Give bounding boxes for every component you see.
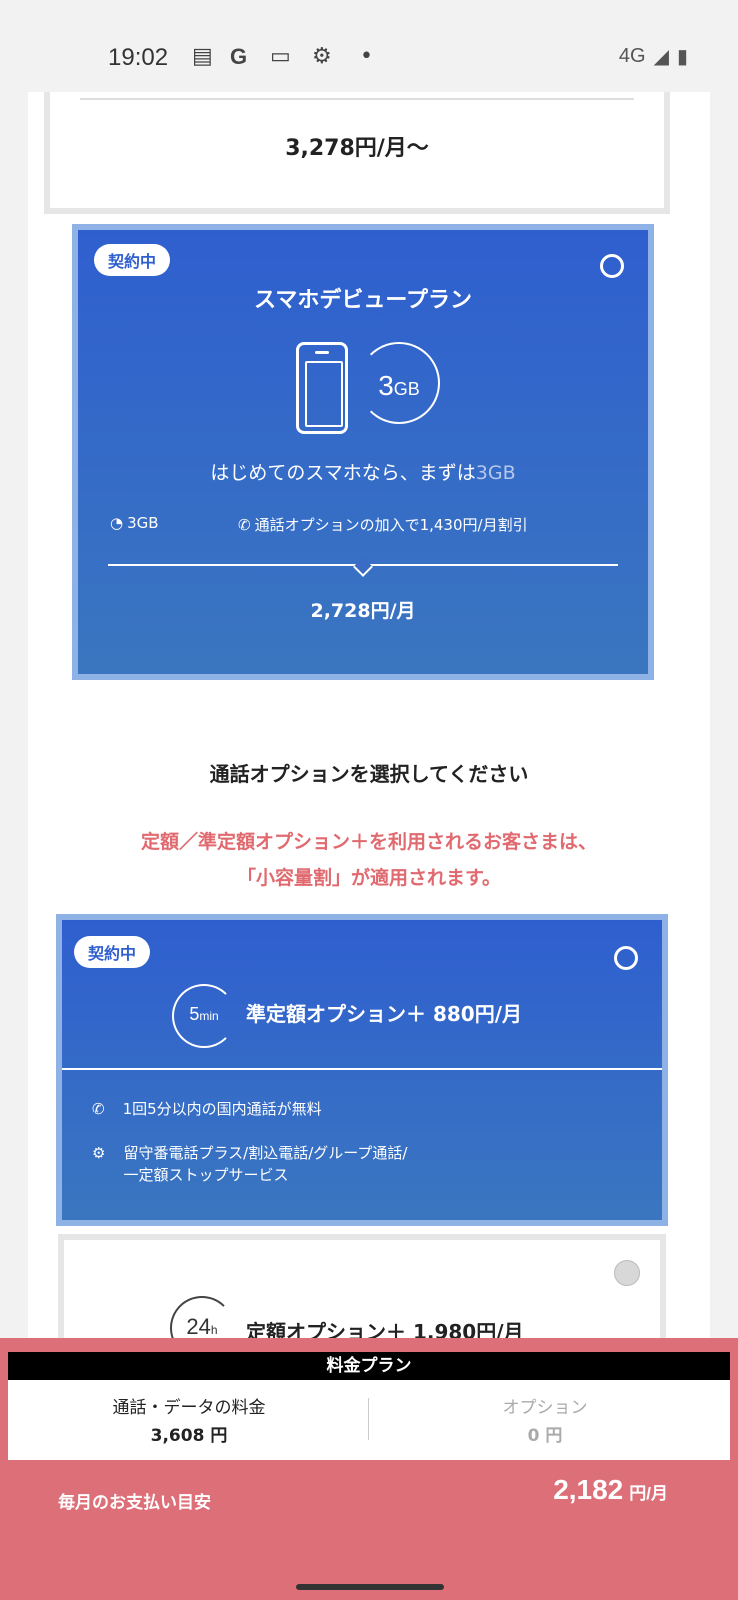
summary-option: オプション 0 円 (502, 1398, 588, 1446)
option-title: 準定額オプション＋ 880円/月 (246, 1002, 523, 1026)
plan-price: 2,728円/月 (310, 600, 416, 622)
summary-header: 料金プラン (8, 1352, 730, 1380)
option-radio[interactable] (614, 946, 638, 970)
divider (80, 98, 634, 100)
feature-data: ◔ 3GB (110, 514, 159, 532)
summary-body: 通話・データの料金 3,608 円 オプション 0 円 (8, 1380, 730, 1460)
plan-tagline: はじめてのスマホなら、まずは3GB (210, 462, 516, 484)
plan-title: スマホデビュープラン (253, 288, 473, 313)
divider (62, 1068, 662, 1070)
dot-icon: • (360, 44, 373, 69)
signal-icon: ◢ (653, 46, 669, 68)
phone-icon: ✆ (92, 1100, 105, 1118)
option-feature-call: ✆ 1回5分以内の国内通話が無料 (92, 1100, 322, 1118)
plan-price: 3,278円/月〜 (285, 136, 429, 161)
option-feature-services: ⚙ 留守番電話プラス/割込電話/グループ通話/一定額ストップサービス (92, 1144, 408, 1184)
fee-summary-panel: 料金プラン 通話・データの料金 3,608 円 オプション 0 円 毎月のお支払… (0, 1338, 738, 1600)
summary-separator (368, 1398, 369, 1440)
smartphone-icon (296, 342, 348, 434)
news-icon: ▤ (192, 44, 213, 69)
cast-icon: ▭ (270, 44, 291, 69)
network-label: 4G (618, 45, 646, 67)
home-indicator[interactable] (296, 1584, 444, 1590)
option-radio[interactable] (614, 1260, 640, 1286)
twenty-four-hour-label: 24h (186, 1314, 218, 1339)
data-amount: 3GB (378, 370, 420, 401)
call-option-title: 通話オプションを選択してください (209, 762, 529, 786)
discount-notice: 定額／準定額オプション＋を利用されるお客さまは、 「小容量割」が適用されます。 (140, 831, 597, 889)
summary-call-data: 通話・データの料金 3,608 円 (112, 1398, 266, 1446)
status-time: 19:02 (108, 44, 169, 71)
five-min-label: 5min (189, 1004, 219, 1024)
status-bar: 19:02 ▤ G ▭ ⚙ • 4G ◢ ▮ (0, 0, 738, 92)
plan-card-previous[interactable]: 3,278円/月〜 (44, 92, 670, 214)
divider-notch (353, 557, 373, 577)
monthly-payment-label: 毎月のお支払い目安 (58, 1493, 211, 1513)
monthly-payment-amount: 2,182 円/月 (553, 1474, 668, 1505)
gear-icon: ⚙ (92, 1144, 106, 1162)
settings-icon: ⚙ (312, 44, 332, 69)
phone-icon: ✆ (238, 515, 251, 534)
contract-badge: 契約中 (74, 936, 151, 968)
plan-card-smartphone-debut[interactable]: 契約中 スマホデビュープラン 3GB はじめてのスマホなら、まずは3GB ◔ 3G… (72, 224, 654, 680)
plan-radio[interactable] (600, 254, 624, 278)
status-right: 4G ◢ ▮ (619, 44, 688, 69)
pie-chart-icon: ◔ (110, 514, 124, 532)
option-card-semi-flat[interactable]: 契約中 5min 準定額オプション＋ 880円/月 ✆ 1回5分以内の国内通話が… (56, 914, 668, 1226)
feature-call: ✆ 通話オプションの加入で1,430円/月割引 (238, 515, 528, 535)
battery-icon: ▮ (676, 46, 688, 68)
contract-badge: 契約中 (94, 244, 171, 276)
google-icon: G (230, 44, 248, 69)
